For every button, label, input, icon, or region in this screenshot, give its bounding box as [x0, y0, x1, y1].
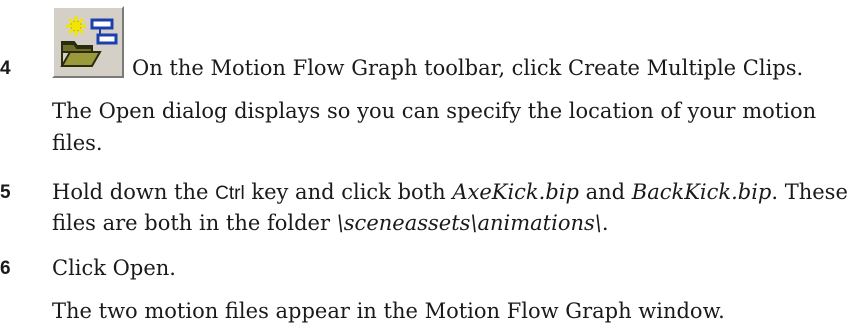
step-number: 4 — [0, 58, 11, 79]
folder-path: \sceneassets\animations\ — [336, 211, 602, 235]
text-segment: Hold down the — [52, 180, 216, 204]
toolbar-button-create-multiple-clips[interactable] — [52, 6, 124, 78]
text-segment: key and click both — [244, 180, 453, 204]
step-instruction: Click Open. — [52, 256, 176, 280]
create-multiple-clips-icon — [60, 16, 118, 67]
file-name: BackKick.bip — [631, 180, 772, 204]
step-instruction-cont: files are both in the folder \sceneasset… — [52, 210, 609, 236]
step-result: The two motion files appear in the Motio… — [52, 299, 725, 323]
text-segment: . — [601, 211, 609, 235]
step-result: The Open dialog displays so you can spec… — [52, 99, 817, 123]
step-number: 5 — [0, 182, 11, 203]
file-name: AxeKick.bip — [452, 180, 579, 204]
step-instruction: On the Motion Flow Graph toolbar, click … — [132, 56, 804, 80]
text-segment: files are both in the folder — [52, 211, 337, 235]
text-segment: and — [578, 180, 632, 204]
step-number: 6 — [0, 258, 11, 279]
step-result-cont: files. — [52, 131, 103, 155]
key-name: Ctrl — [215, 183, 245, 204]
text-segment: . These — [771, 180, 848, 204]
step-instruction: Hold down the Ctrl key and click both Ax… — [52, 179, 848, 207]
